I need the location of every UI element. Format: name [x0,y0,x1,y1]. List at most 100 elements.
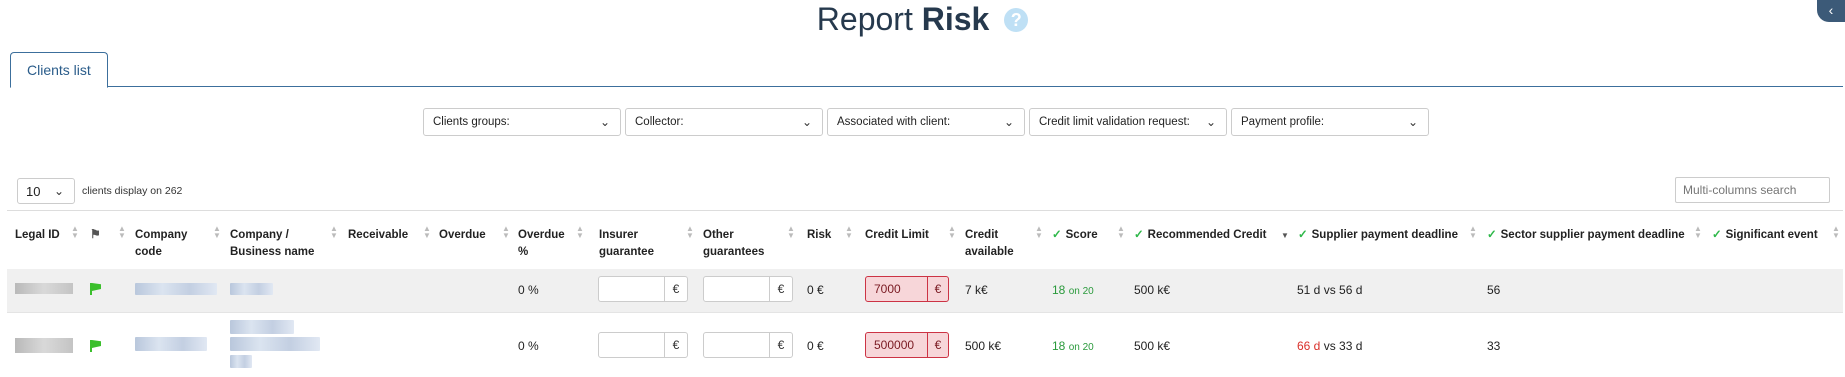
sort-icon[interactable]: ▲ ▼ [502,225,510,240]
flag-icon[interactable] [92,340,101,348]
credit-limit-value: 500000 [874,338,915,352]
flag-icon-pole [90,340,92,352]
payment-profile-label: Payment profile: [1241,116,1325,128]
sort-icon[interactable]: ▲ ▼ [423,225,431,240]
supplier-deadline: 66 d vs 33 d [1297,339,1362,353]
risk-value: 0 € [807,339,824,353]
sort-icon[interactable]: ▲ ▼ [686,225,694,240]
supplier-deadline-actual: 66 d [1297,339,1321,353]
col-overdue-pct[interactable]: Overdue % [518,227,578,261]
col-sector-deadline-label: Sector supplier payment deadline [1500,229,1685,241]
chevron-down-icon: ⌄ [1003,115,1014,129]
col-insurer-guarantee[interactable]: Insurer guarantee [599,227,669,261]
check-icon: ✓ [1712,229,1722,241]
sort-icon[interactable]: ▲ ▼ [845,225,853,240]
currency-suffix: € [769,333,792,357]
check-icon: ✓ [1487,229,1497,241]
sort-icon[interactable]: ▲ ▼ [330,225,338,240]
col-score[interactable]: ✓ Score [1052,227,1098,244]
score-value: 18 [1052,283,1066,297]
flag-icon-pole [90,283,92,295]
check-icon: ✓ [1298,229,1308,241]
company-name-redacted-line2 [230,337,320,351]
credit-limit-request-select[interactable]: Credit limit validation request: ⌄ [1029,108,1227,136]
col-risk[interactable]: Risk [807,227,831,244]
sort-icon[interactable]: ▲ ▼ [948,225,956,240]
sort-icon[interactable]: ▲ ▼ [1694,225,1702,240]
recommended-credit: 500 k€ [1134,339,1171,353]
insurer-guarantee-input[interactable]: € [598,276,688,302]
col-supplier-deadline-label: Supplier payment deadline [1311,229,1458,241]
currency-suffix: € [664,277,687,301]
col-significant-event[interactable]: ✓ Significant event [1712,227,1818,244]
payment-profile-select[interactable]: Payment profile: ⌄ [1231,108,1429,136]
supplier-deadline-rest: vs 33 d [1323,339,1363,353]
overdue-pct: 0 % [518,339,539,353]
score-suffix: on 20 [1068,342,1094,353]
multi-column-search-input[interactable] [1675,177,1830,203]
col-score-label: Score [1065,229,1098,241]
sort-icon[interactable]: ▲ ▼ [1469,225,1477,240]
col-legal-id[interactable]: Legal ID [15,227,65,244]
col-overdue[interactable]: Overdue [439,227,486,244]
collector-select[interactable]: Collector: ⌄ [625,108,823,136]
col-significant-event-label: Significant event [1725,229,1818,241]
company-code-redacted[interactable] [135,283,217,295]
sort-icon[interactable]: ▲ ▼ [118,225,126,240]
sector-deadline: 33 [1487,339,1501,353]
clients-groups-label: Clients groups: [433,116,510,128]
tab-underline [10,86,1843,87]
currency-suffix: € [664,333,687,357]
other-guarantees-input[interactable]: € [703,276,793,302]
sort-icon[interactable]: ▲ ▼ [576,225,584,240]
company-name-redacted[interactable] [230,283,273,295]
insurer-guarantee-input[interactable]: € [598,332,688,358]
page-title-light: Report [816,1,913,37]
collapse-icon[interactable]: ‹ [1817,0,1845,22]
company-code-redacted[interactable] [135,337,207,351]
sort-desc-icon[interactable]: ▼ [1281,232,1289,240]
company-name-redacted-line3 [230,355,252,368]
credit-limit-request-label: Credit limit validation request: [1039,116,1190,128]
score: 18 on 20 [1052,339,1094,355]
tab-clients-list[interactable]: Clients list [10,52,108,88]
associated-client-select[interactable]: Associated with client: ⌄ [827,108,1025,136]
sort-icon[interactable]: ▲ ▼ [71,225,79,240]
credit-limit-input[interactable]: 7000 € [865,276,949,302]
sort-icon[interactable]: ▲ ▼ [213,225,221,240]
risk-value: 0 € [807,283,824,297]
score-value: 18 [1052,339,1066,353]
credit-available: 7 k€ [965,283,988,297]
col-recommended-credit[interactable]: ✓ Recommended Credit [1134,227,1267,244]
page-length-value: 10 [26,183,41,199]
row-divider [7,312,1843,313]
supplier-deadline: 51 d vs 56 d [1297,283,1362,297]
col-other-guarantees[interactable]: Other guarantees [703,227,773,261]
supplier-deadline-actual: 51 d [1297,283,1321,297]
sort-icon[interactable]: ▲ ▼ [787,225,795,240]
col-receivable[interactable]: Receivable [348,227,408,244]
col-recommended-credit-label: Recommended Credit [1147,229,1267,241]
sort-icon[interactable]: ▲ ▼ [1117,225,1125,240]
company-name-redacted[interactable] [230,320,294,334]
other-guarantees-input[interactable]: € [703,332,793,358]
page-length-select[interactable]: 10 ⌄ [17,178,75,204]
table-info: clients display on 262 [82,185,183,197]
col-credit-available[interactable]: Credit available [965,227,1025,261]
credit-limit-input[interactable]: 500000 € [865,332,949,358]
page-title: Report Risk ? [0,0,1845,38]
help-icon[interactable]: ? [1004,8,1029,32]
clients-groups-select[interactable]: Clients groups: ⌄ [423,108,621,136]
flag-column-icon[interactable]: ⚑ [90,226,101,243]
credit-available: 500 k€ [965,339,1002,353]
col-supplier-deadline[interactable]: ✓ Supplier payment deadline [1298,227,1458,244]
col-sector-deadline[interactable]: ✓ Sector supplier payment deadline [1487,227,1685,244]
currency-suffix: € [927,277,948,301]
col-company-code[interactable]: Company code [135,227,195,261]
collector-label: Collector: [635,116,684,128]
overdue-pct: 0 % [518,283,539,297]
sort-icon[interactable]: ▲ ▼ [1832,225,1840,240]
col-company-name[interactable]: Company / Business name [230,227,322,261]
sort-icon[interactable]: ▲ ▼ [1035,225,1043,240]
col-credit-limit[interactable]: Credit Limit [865,227,929,244]
